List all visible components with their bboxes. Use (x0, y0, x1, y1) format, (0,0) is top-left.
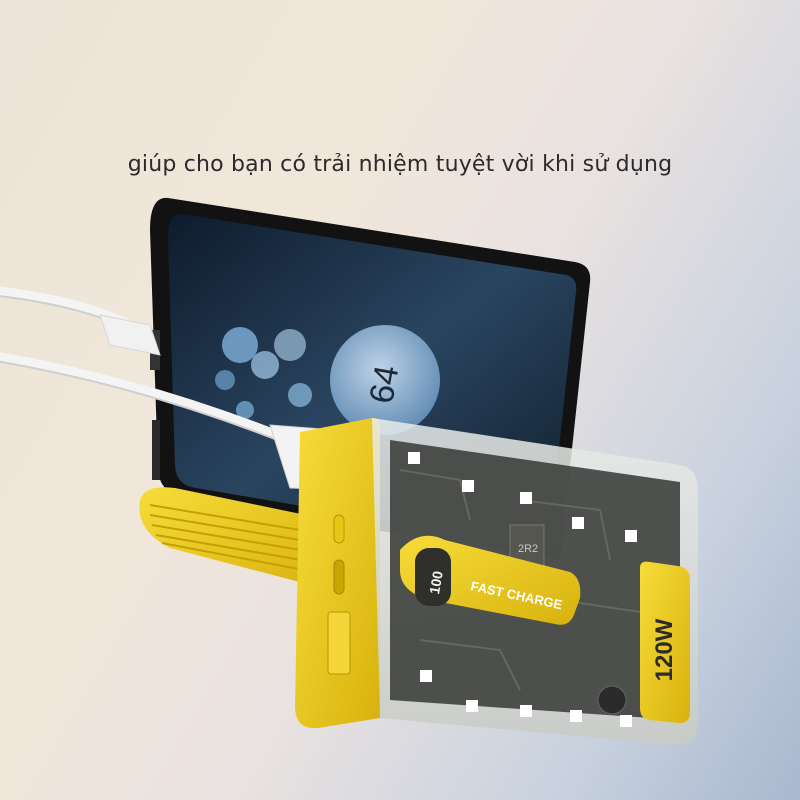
usb-c-port-top (333, 514, 345, 544)
product-photo: giúp cho bạn có trải nhiệm tuyệt vời khi… (0, 0, 800, 800)
power-bank: 2R2 100 FAST CHARGE 120W (295, 417, 698, 745)
usb-a-port (327, 611, 351, 675)
power-rating-label: 120W (651, 618, 678, 681)
phone-charge-value: 64 (362, 363, 406, 407)
chip-label: 2R2 (518, 543, 538, 555)
usb-c-port (333, 559, 345, 595)
product-illustration: 64 2R2 100 FAST CHARGE 120W (0, 197, 698, 745)
power-rating-bar: 120W (640, 561, 690, 724)
